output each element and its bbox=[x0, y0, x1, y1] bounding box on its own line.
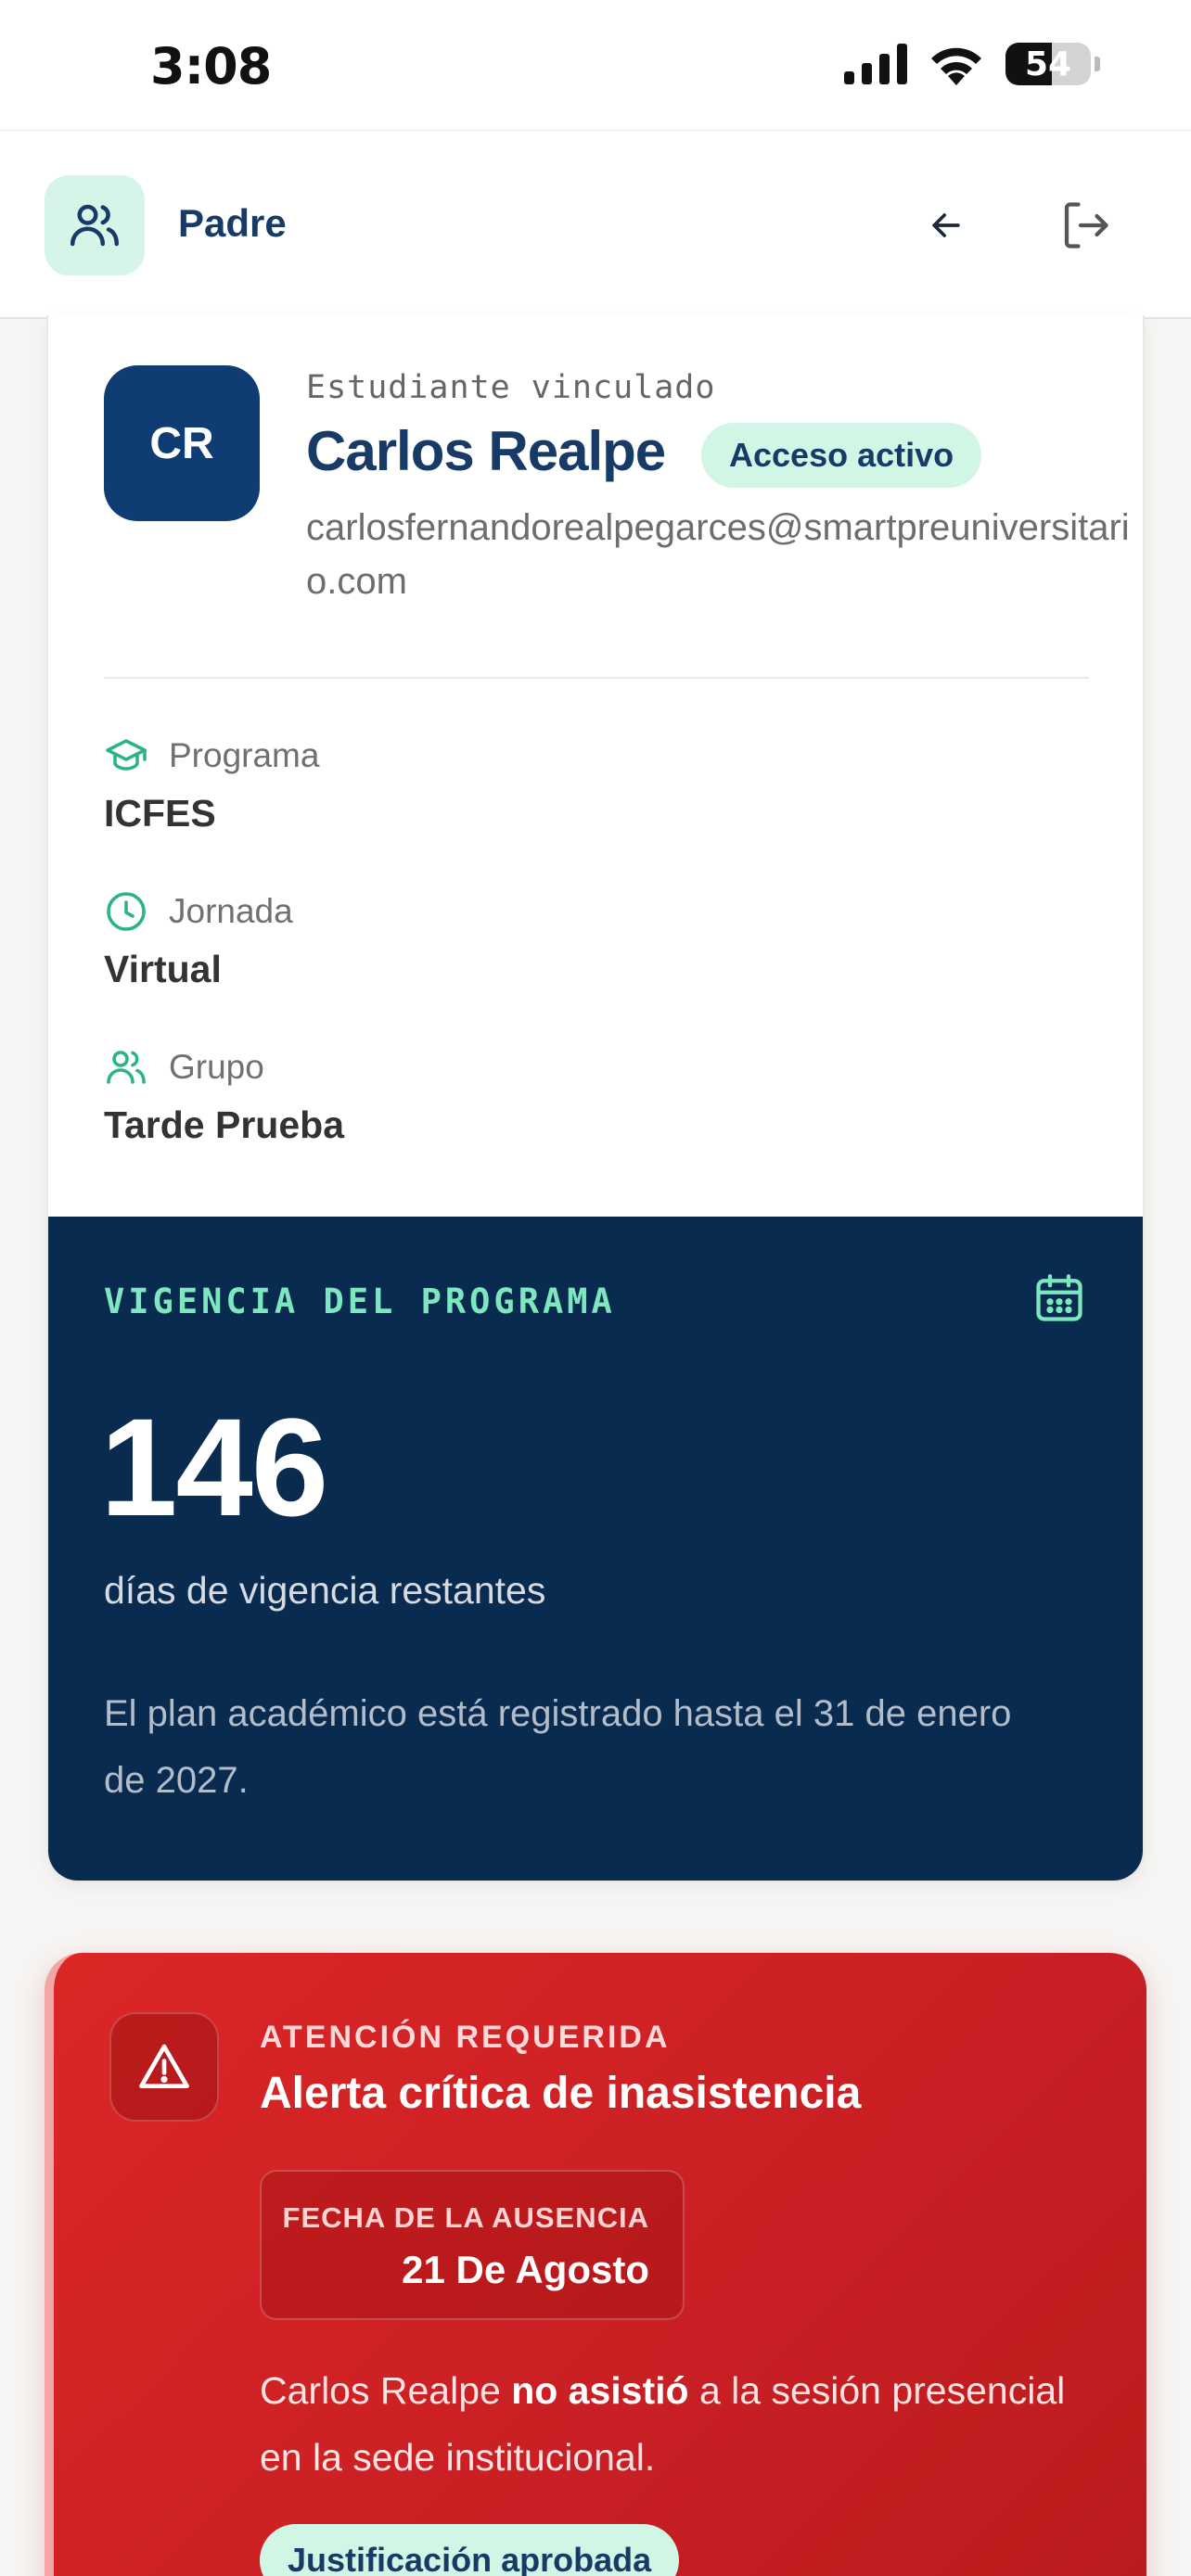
alert-kicker: ATENCIÓN REQUERIDA bbox=[260, 2020, 671, 2055]
absence-date-box: FECHA DE LA AUSENCIA 21 De Agosto bbox=[260, 2170, 685, 2320]
app-header: Padre bbox=[0, 130, 1191, 319]
users-icon bbox=[70, 204, 119, 247]
battery-nub bbox=[1095, 57, 1100, 71]
back-button[interactable] bbox=[911, 190, 981, 261]
alert-message-emphasis: no asistió bbox=[511, 2369, 689, 2412]
avatar: CR bbox=[104, 365, 260, 521]
validity-note: El plan académico está registrado hasta … bbox=[104, 1693, 1012, 1801]
battery-icon: 54 bbox=[1005, 43, 1091, 85]
arrow-left-icon bbox=[932, 213, 960, 237]
justification-status-badge: Justificación aprobada bbox=[260, 2524, 680, 2576]
info-label: Grupo bbox=[169, 1048, 264, 1086]
absence-date: 21 De Agosto bbox=[402, 2248, 649, 2291]
access-status-badge: Acceso activo bbox=[701, 423, 982, 488]
alert-title: Alerta crítica de inasistencia bbox=[260, 2069, 862, 2118]
remaining-days-label: días de vigencia restantes bbox=[104, 1569, 546, 1612]
role-label: Padre bbox=[178, 201, 287, 245]
remaining-days-count: 146 bbox=[100, 1389, 328, 1545]
wifi-icon bbox=[931, 47, 981, 85]
student-name: Carlos Realpe bbox=[306, 420, 666, 482]
graduation-cap-icon bbox=[106, 739, 147, 771]
info-schedule: Jornada Virtual bbox=[104, 888, 293, 991]
logout-icon bbox=[1064, 202, 1108, 249]
calendar-icon bbox=[1036, 1274, 1082, 1321]
info-value: Virtual bbox=[104, 948, 222, 990]
student-email: carlosfernandorealpegarces@smartpreunive… bbox=[306, 507, 1130, 602]
absence-date-label: FECHA DE LA AUSENCIA bbox=[282, 2201, 649, 2234]
signal-icon bbox=[844, 44, 907, 84]
program-validity-panel: VIGENCIA DEL PROGRAMA 146 días de vigenc… bbox=[48, 1217, 1143, 1881]
alert-message-start: Carlos Realpe bbox=[260, 2369, 512, 2412]
info-group: Grupo Tarde Prueba bbox=[104, 1044, 344, 1147]
alert-message: Carlos Realpe no asistió a la sesión pre… bbox=[260, 2357, 1076, 2491]
battery-percent: 54 bbox=[1024, 45, 1072, 83]
warning-triangle-icon bbox=[139, 2044, 189, 2088]
info-program: Programa ICFES bbox=[104, 733, 319, 835]
status-icons: 54 bbox=[844, 43, 1100, 85]
student-card: CR Estudiante vinculado Carlos Realpe Ac… bbox=[46, 315, 1145, 1882]
clock-icon bbox=[107, 892, 146, 931]
alert-icon-box bbox=[109, 2012, 219, 2122]
info-value: Tarde Prueba bbox=[104, 1103, 344, 1146]
status-time: 3:08 bbox=[150, 37, 272, 96]
linked-student-label: Estudiante vinculado bbox=[306, 369, 716, 406]
absence-alert-card: ATENCIÓN REQUERIDA Alerta crítica de ina… bbox=[45, 1953, 1146, 2576]
users-icon bbox=[107, 1051, 146, 1084]
role-icon-box bbox=[45, 175, 145, 275]
validity-title: VIGENCIA DEL PROGRAMA bbox=[104, 1282, 616, 1321]
info-label: Jornada bbox=[169, 892, 293, 930]
info-value: ICFES bbox=[104, 792, 216, 835]
divider bbox=[104, 677, 1089, 679]
logout-button[interactable] bbox=[1050, 190, 1121, 261]
info-label: Programa bbox=[169, 736, 320, 774]
status-bar: 3:08 54 bbox=[0, 0, 1191, 130]
